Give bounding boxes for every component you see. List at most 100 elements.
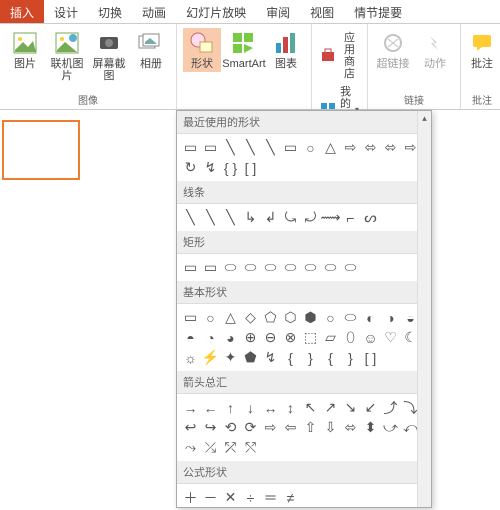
shape-option[interactable]: ⬭ [221,258,240,277]
btn-hyperlink[interactable]: 超链接 [374,28,412,72]
shape-option[interactable]: ╲ [201,208,220,227]
btn-picture[interactable]: 图片 [6,28,44,84]
btn-smartart[interactable]: SmartArt [225,28,263,72]
shape-option[interactable]: ↖ [301,398,320,417]
shape-option[interactable]: ◐ [361,308,380,327]
shape-option[interactable]: ＋ [181,488,200,507]
btn-store[interactable]: 应用商店 [316,28,363,82]
shape-option[interactable]: ⬄ [361,138,380,157]
tab-storyboard[interactable]: 情节提要 [344,0,412,23]
tab-view[interactable]: 视图 [300,0,344,23]
shape-option[interactable]: ⇨ [261,418,280,437]
shape-option[interactable]: ▭ [181,308,200,327]
shape-option[interactable]: ⬭ [341,308,360,327]
shape-option[interactable]: [ ] [241,158,260,177]
shape-option[interactable]: ← [201,398,220,417]
shape-option[interactable]: ⬭ [301,258,320,277]
shape-option[interactable]: ＝ [261,488,280,507]
shape-option[interactable]: ᔕ [361,208,380,227]
shape-option[interactable]: ↳ [241,208,260,227]
shape-option[interactable]: ⬭ [261,258,280,277]
shape-option[interactable]: ╲ [261,138,280,157]
shape-option[interactable]: } [341,348,360,367]
shape-option[interactable]: ⬟ [241,348,260,367]
tab-animation[interactable]: 动画 [132,0,176,23]
shape-option[interactable]: ≠ [281,488,300,507]
shape-option[interactable]: ⤳ [181,438,200,457]
shape-option[interactable]: ✦ [221,348,240,367]
shape-option[interactable]: ↗ [321,398,340,417]
shape-option[interactable]: ♡ [381,328,400,347]
shape-option[interactable]: ⤿ [281,208,300,227]
btn-screenshot[interactable]: 屏幕截图 [90,28,128,84]
shape-option[interactable]: [ ] [361,348,380,367]
shape-option[interactable]: ▭ [281,138,300,157]
shape-option[interactable]: ▱ [321,328,340,347]
shape-option[interactable]: ⚡ [201,348,220,367]
shape-option[interactable]: ⬚ [301,328,320,347]
tab-insert[interactable]: 插入 [0,0,44,23]
shape-option[interactable]: ⬄ [381,138,400,157]
shape-option[interactable]: ⤾ [301,208,320,227]
shape-option[interactable]: ⇦ [281,418,300,437]
shape-option[interactable]: ⤰ [201,438,220,457]
shape-option[interactable]: ⬭ [341,258,360,277]
btn-shapes[interactable]: 形状 [183,28,221,72]
shape-option[interactable]: } [301,348,320,367]
tab-review[interactable]: 审阅 [256,0,300,23]
shape-option[interactable]: ⟳ [241,418,260,437]
shape-option[interactable]: ↑ [221,398,240,417]
shape-option[interactable]: → [181,398,200,417]
shape-option[interactable]: ↪ [201,418,220,437]
shape-option[interactable]: ⇩ [321,418,340,437]
shape-option[interactable]: ◔ [201,328,220,347]
dropdown-scrollbar[interactable]: ▴ [417,111,431,507]
shape-option[interactable]: ◓ [181,328,200,347]
shape-option[interactable]: ⬭ [241,258,260,277]
btn-online-picture[interactable]: 联机图片 [48,28,86,84]
shape-option[interactable]: ↕ [281,398,300,417]
shape-option[interactable]: ▭ [201,138,220,157]
shape-option[interactable]: ⇨ [341,138,360,157]
slide-thumbnail-selected[interactable] [2,120,80,180]
shape-option[interactable]: △ [321,138,340,157]
shape-option[interactable]: ▭ [181,258,200,277]
shape-option[interactable]: ⤻ [381,418,400,437]
shape-option[interactable]: ☼ [181,348,200,367]
shape-option[interactable]: ○ [201,308,220,327]
shape-option[interactable]: ⟿ [321,208,340,227]
shape-option[interactable]: ◇ [241,308,260,327]
shape-option[interactable]: ⌐ [341,208,360,227]
shape-option[interactable]: ✕ [221,488,240,507]
shape-option[interactable]: ↩ [181,418,200,437]
shape-option[interactable]: ◕ [221,328,240,347]
shape-option[interactable]: △ [221,308,240,327]
shape-option[interactable]: ⤲ [241,438,260,457]
shape-option[interactable]: ▭ [201,258,220,277]
shape-option[interactable]: ○ [321,308,340,327]
shape-option[interactable]: ÷ [241,488,260,507]
shape-option[interactable]: ↔ [261,398,280,417]
shape-option[interactable]: ↙ [361,398,380,417]
shape-option[interactable]: { [321,348,340,367]
shape-option[interactable]: ⬍ [361,418,380,437]
shape-option[interactable]: ⬢ [301,308,320,327]
shape-option[interactable]: ↯ [201,158,220,177]
tab-transition[interactable]: 切换 [88,0,132,23]
shape-option[interactable]: ☺ [361,328,380,347]
shape-option[interactable]: ⇧ [301,418,320,437]
shape-option[interactable]: ⬄ [341,418,360,437]
shape-option[interactable]: { } [221,158,240,177]
scroll-up-icon[interactable]: ▴ [418,111,431,125]
btn-action[interactable]: 动作 [416,28,454,72]
shape-option[interactable]: ⬭ [321,258,340,277]
shape-option[interactable]: ↻ [181,158,200,177]
shape-option[interactable]: ╲ [221,138,240,157]
btn-album[interactable]: 相册 [132,28,170,84]
btn-chart[interactable]: 图表 [267,28,305,72]
shape-option[interactable]: ╲ [181,208,200,227]
shape-option[interactable]: ⬠ [261,308,280,327]
shape-option[interactable]: ⬯ [341,328,360,347]
shape-option[interactable]: ⊕ [241,328,260,347]
shape-option[interactable]: ▭ [181,138,200,157]
